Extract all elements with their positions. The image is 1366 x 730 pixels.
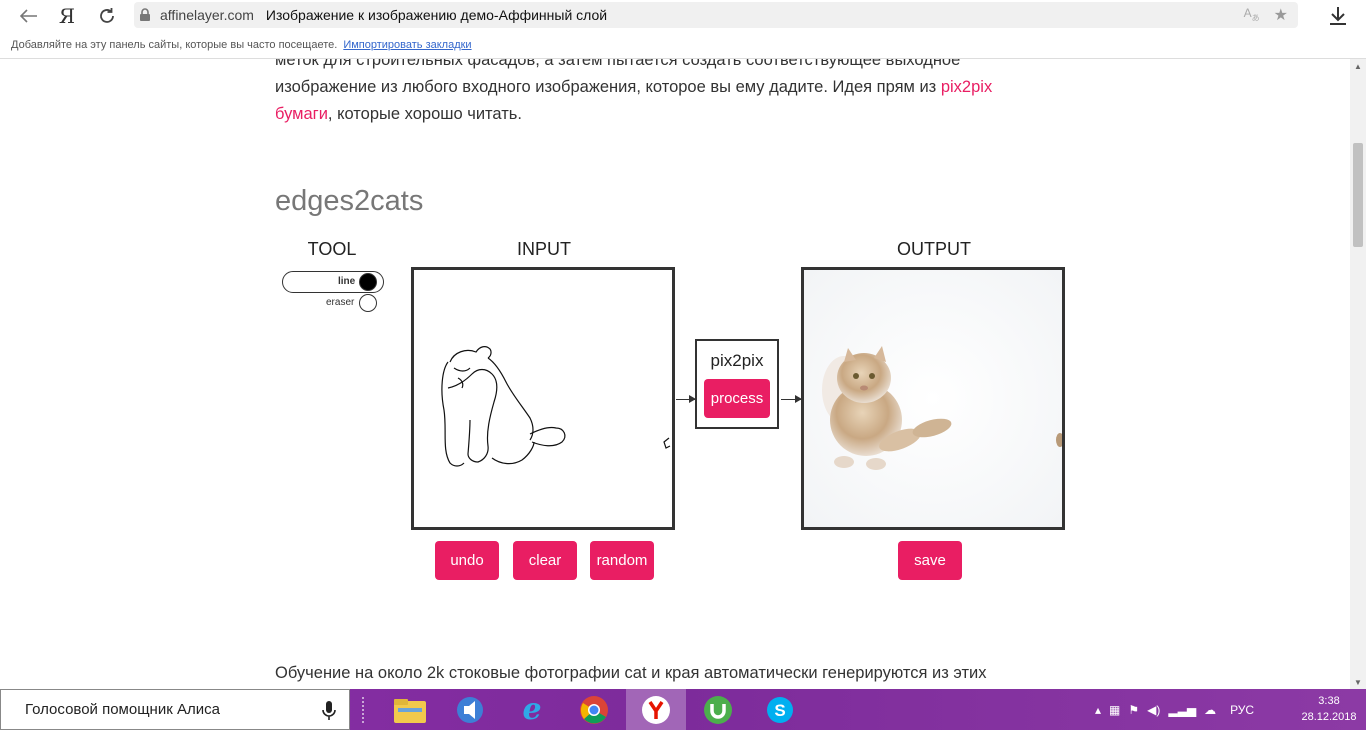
clock[interactable]: 3:38 28.12.2018 xyxy=(1298,693,1360,725)
bottom-paragraph: Обучение на около 2k стоковые фотографии… xyxy=(275,664,987,682)
output-label: OUTPUT xyxy=(897,239,971,259)
input-label: INPUT xyxy=(517,239,571,259)
download-icon[interactable] xyxy=(1326,4,1350,28)
yandex-browser-icon[interactable] xyxy=(626,689,686,730)
scroll-down-arrow-icon[interactable]: ▼ xyxy=(1350,675,1366,689)
arrow-process-to-output xyxy=(781,395,802,403)
page-content: меток для строительных фасадов, а затем … xyxy=(0,59,1350,689)
random-button[interactable]: random xyxy=(590,541,654,580)
tab-page-title: Изображение к изображению демо-Аффинный … xyxy=(265,7,608,23)
microphone-icon[interactable] xyxy=(321,700,337,722)
tool-line-radio[interactable] xyxy=(359,273,377,291)
lock-icon[interactable] xyxy=(134,2,156,28)
cat-sketch-icon xyxy=(441,346,671,467)
internet-explorer-icon[interactable]: e xyxy=(502,689,562,730)
pix2pix-label: pix2pix xyxy=(710,351,764,370)
network-icon[interactable]: ▂▃▅ xyxy=(1168,703,1196,717)
url-domain[interactable]: affinelayer.com xyxy=(160,7,254,23)
tool-eraser-radio[interactable] xyxy=(359,294,377,312)
taskbar: Голосовой помощник Алиса e S ▴ ▦ ⚑ ◀) ▂▃… xyxy=(0,689,1366,730)
scroll-thumb[interactable] xyxy=(1353,143,1363,247)
tray-expand-icon[interactable]: ▴ xyxy=(1095,703,1101,717)
bookmarks-bar: Добавляйте на эту панель сайты, которые … xyxy=(0,32,1366,59)
back-arrow-icon[interactable] xyxy=(12,2,46,30)
tool-eraser-label[interactable]: eraser xyxy=(326,297,354,308)
tray-app-icon[interactable]: ▦ xyxy=(1109,703,1120,717)
language-indicator[interactable]: РУС xyxy=(1230,703,1254,717)
clock-date: 28.12.2018 xyxy=(1301,711,1357,723)
utorrent-icon[interactable] xyxy=(688,689,748,730)
paragraph-line-3: бумаги, которые хорошо читать. xyxy=(275,101,1065,128)
paragraph-line-2-text: изображение из любого входного изображен… xyxy=(275,78,941,96)
paragraph-line-3-text: , которые хорошо читать. xyxy=(327,105,522,123)
section-title: edges2cats xyxy=(275,185,424,217)
save-button[interactable]: save xyxy=(898,541,962,580)
cloud-sync-icon[interactable]: ☁ xyxy=(1204,703,1216,717)
translate-icon[interactable]: Aあ xyxy=(1244,6,1260,23)
tool-line-label[interactable]: line xyxy=(338,276,355,287)
generated-cat-image xyxy=(804,270,1062,527)
paragraph-line-1: меток для строительных фасадов, а затем … xyxy=(275,59,961,69)
svg-text:S: S xyxy=(774,701,785,720)
process-button[interactable]: process xyxy=(704,379,770,418)
address-bar[interactable]: affinelayer.com Изображение к изображени… xyxy=(134,2,1298,28)
output-image xyxy=(801,267,1065,530)
yandex-logo-icon[interactable]: Я xyxy=(50,2,84,30)
file-explorer-icon[interactable] xyxy=(380,689,440,730)
voice-assistant-search[interactable]: Голосовой помощник Алиса xyxy=(0,689,350,730)
reload-icon[interactable] xyxy=(90,2,124,30)
browser-toolbar: Я affinelayer.com Изображение к изображе… xyxy=(0,0,1366,32)
bookmarks-hint: Добавляйте на эту панель сайты, которые … xyxy=(11,39,338,51)
system-tray: ▴ ▦ ⚑ ◀) ▂▃▅ ☁ РУС xyxy=(1095,689,1254,730)
chrome-icon[interactable] xyxy=(564,689,624,730)
import-bookmarks-link[interactable]: Импортировать закладки xyxy=(343,39,471,51)
tool-label: TOOL xyxy=(307,239,357,259)
flag-icon[interactable]: ⚑ xyxy=(1128,703,1139,717)
pix2pix-panel: pix2pix process xyxy=(695,339,779,429)
volume-icon[interactable]: ◀) xyxy=(1147,703,1160,717)
taskbar-divider xyxy=(362,697,370,723)
skype-icon[interactable]: S xyxy=(750,689,810,730)
article-paragraph: меток для строительных фасадов, а затем … xyxy=(275,59,1065,128)
clock-time: 3:38 xyxy=(1318,695,1340,707)
input-canvas[interactable] xyxy=(411,267,675,530)
star-icon[interactable]: ★ xyxy=(1274,5,1288,25)
pix2pix-link[interactable]: pix2pix xyxy=(941,78,992,96)
undo-button[interactable]: undo xyxy=(435,541,499,580)
scroll-up-arrow-icon[interactable]: ▲ xyxy=(1350,59,1366,73)
page-scrollbar[interactable]: ▲ ▼ xyxy=(1350,59,1366,689)
voice-assistant-text: Голосовой помощник Алиса xyxy=(25,701,220,718)
paper-link[interactable]: бумаги xyxy=(275,105,328,123)
paragraph-line-2: изображение из любого входного изображен… xyxy=(275,74,1065,101)
arrow-input-to-process xyxy=(676,395,696,403)
clear-button[interactable]: clear xyxy=(513,541,577,580)
media-player-icon[interactable] xyxy=(440,689,500,730)
